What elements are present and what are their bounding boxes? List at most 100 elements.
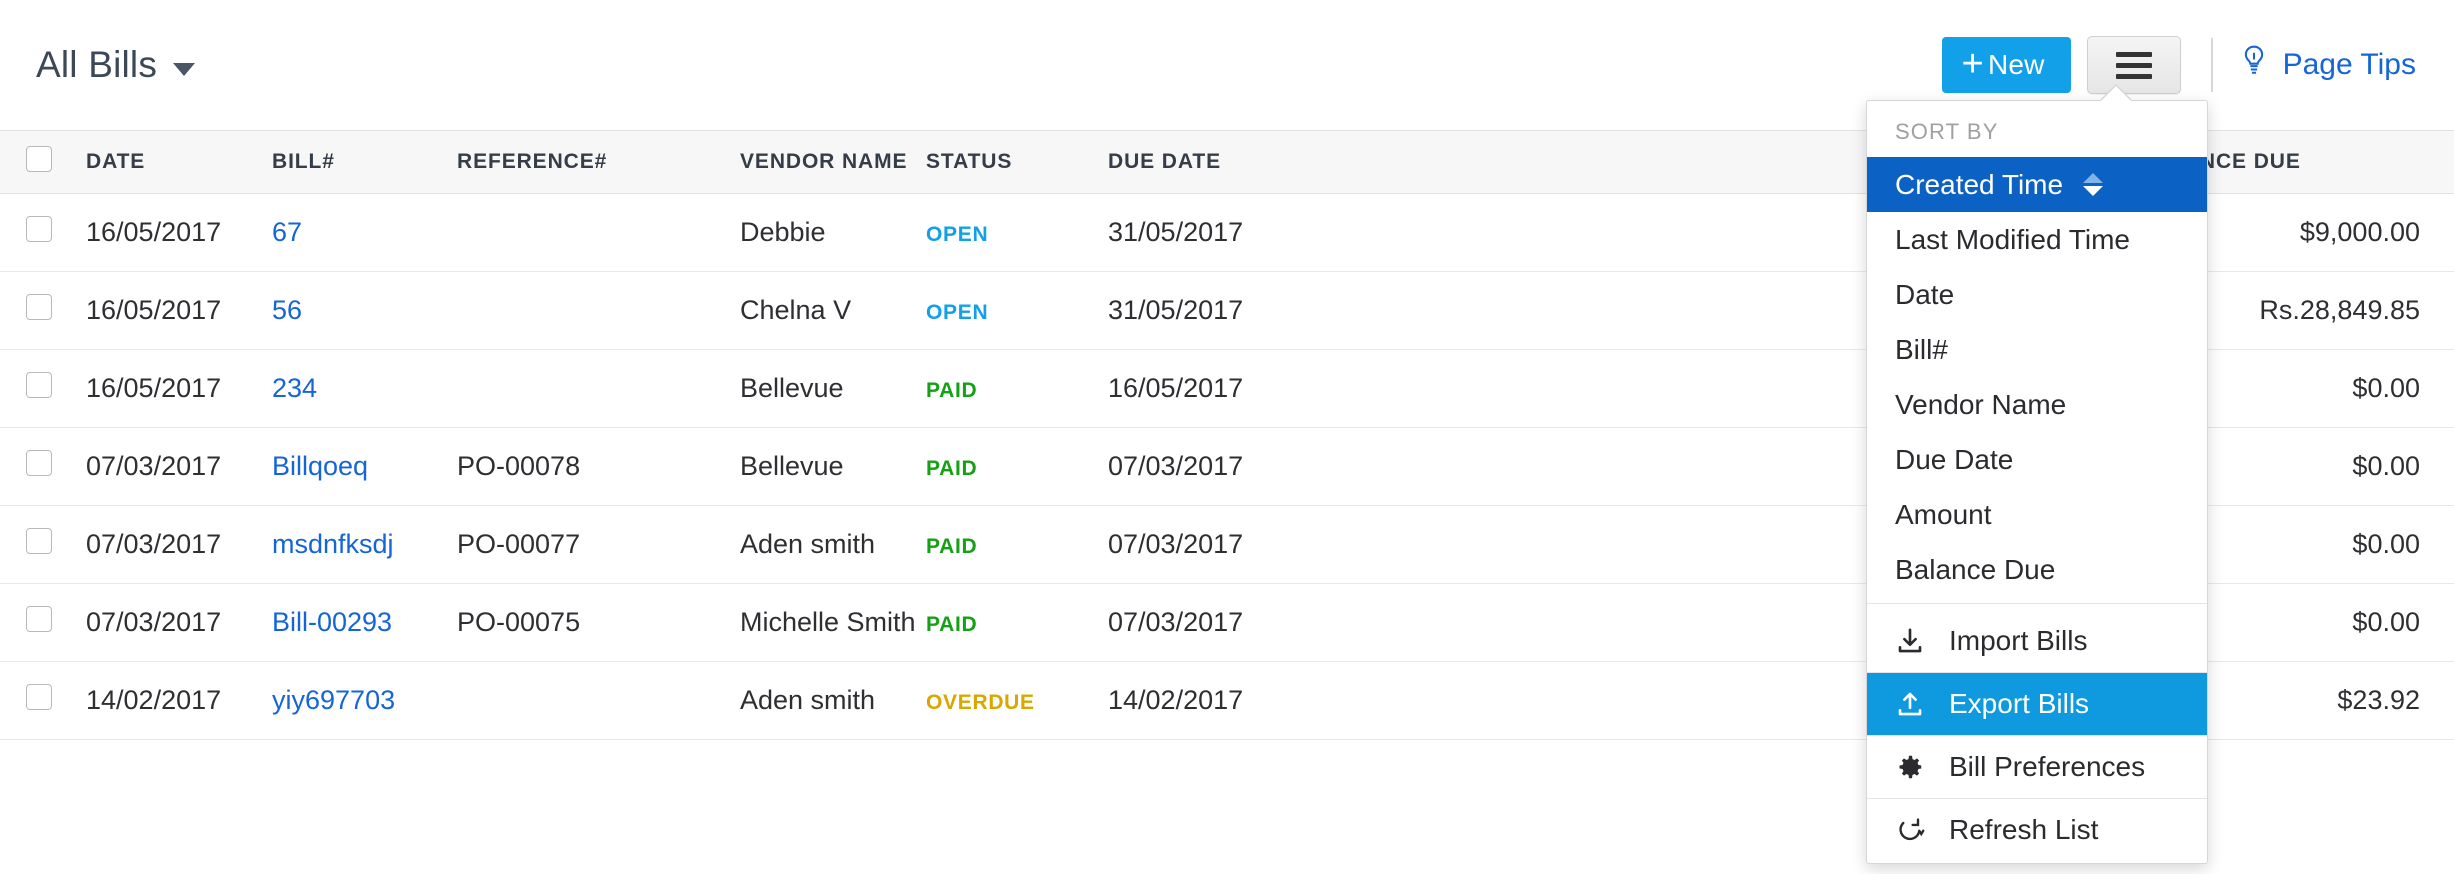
status-badge: OVERDUE [926, 691, 1035, 714]
column-header-vendor[interactable]: VENDOR NAME [740, 130, 926, 194]
cell-due-date: 07/03/2017 [1108, 583, 1408, 662]
sort-option-label: Vendor Name [1895, 388, 2067, 420]
cell-due-date: 07/03/2017 [1108, 505, 1408, 584]
chevron-down-icon [173, 62, 196, 76]
cell-date: 16/05/2017 [86, 271, 272, 350]
status-badge: PAID [926, 457, 978, 480]
sort-option-label: Bill# [1895, 333, 1948, 365]
row-select-cell [0, 349, 86, 428]
cell-due-date: 31/05/2017 [1108, 271, 1408, 350]
cell-reference: PO-00075 [457, 583, 740, 662]
status-badge: OPEN [926, 301, 989, 324]
column-header-status[interactable]: STATUS [926, 130, 1108, 194]
sort-option-date[interactable]: Date [1867, 267, 2207, 322]
export-upload-icon [1893, 689, 1927, 719]
row-select-cell [0, 193, 86, 272]
bill-link[interactable]: 56 [272, 295, 302, 325]
cell-status: OPEN [926, 193, 1108, 272]
cell-date: 07/03/2017 [86, 583, 272, 662]
page-title: All Bills [36, 44, 158, 85]
cell-vendor-name: Bellevue [740, 427, 926, 506]
cell-due-date: 07/03/2017 [1108, 427, 1408, 506]
row-select-cell [0, 583, 86, 662]
cell-bill-number: 234 [272, 349, 457, 428]
cell-date: 07/03/2017 [86, 427, 272, 506]
column-header-reference[interactable]: REFERENCE# [457, 130, 740, 194]
action-refresh-list[interactable]: Refresh List [1867, 799, 2207, 861]
sort-option-created-time[interactable]: Created Time [1867, 157, 2207, 212]
cell-date: 07/03/2017 [86, 505, 272, 584]
list-view-selector[interactable]: All Bills [36, 44, 196, 86]
cell-date: 16/05/2017 [86, 193, 272, 272]
sort-option-due-date[interactable]: Due Date [1867, 432, 2207, 487]
row-checkbox[interactable] [26, 450, 52, 476]
bill-link[interactable]: 234 [272, 373, 317, 403]
sort-option-last-modified-time[interactable]: Last Modified Time [1867, 212, 2207, 267]
row-select-cell [0, 661, 86, 740]
column-header-bill[interactable]: BILL# [272, 130, 457, 194]
dropdown-section-label: SORT BY [1895, 119, 1999, 144]
action-import-bills[interactable]: Import Bills [1867, 610, 2207, 672]
bill-link[interactable]: Bill-00293 [272, 607, 392, 637]
cell-date: 16/05/2017 [86, 349, 272, 428]
column-header-due-date[interactable]: DUE DATE [1108, 130, 1408, 194]
refresh-icon [1893, 815, 1927, 845]
cell-status: PAID [926, 505, 1108, 584]
action-label: Bill Preferences [1949, 751, 2146, 782]
action-bill-preferences[interactable]: Bill Preferences [1867, 736, 2207, 798]
row-checkbox[interactable] [26, 372, 52, 398]
sort-option-label: Amount [1895, 498, 1992, 530]
cell-status: PAID [926, 349, 1108, 428]
sort-arrows-icon[interactable] [2083, 173, 2104, 196]
new-button[interactable]: + New [1941, 37, 2071, 93]
cell-due-date: 16/05/2017 [1108, 349, 1408, 428]
column-header-date[interactable]: DATE [86, 130, 272, 194]
cell-vendor-name: Aden smith [740, 505, 926, 584]
status-badge: PAID [926, 535, 978, 558]
dropdown-separator [1867, 603, 2207, 604]
cell-bill-number: yiy697703 [272, 661, 457, 740]
sort-option-label: Created Time [1895, 168, 2064, 200]
sort-option-label: Date [1895, 278, 1955, 310]
status-badge: PAID [926, 613, 978, 636]
cell-due-date: 14/02/2017 [1108, 661, 1408, 740]
action-label: Import Bills [1949, 625, 2088, 656]
bill-link[interactable]: Billqoeq [272, 451, 368, 481]
bill-link[interactable]: msdnfksdj [272, 529, 394, 559]
sort-option-label: Due Date [1895, 443, 2014, 475]
action-export-bills[interactable]: Export Bills [1867, 673, 2207, 735]
bill-link[interactable]: yiy697703 [272, 685, 395, 715]
row-select-cell [0, 271, 86, 350]
plus-icon: + [1961, 43, 1984, 85]
sort-option-label: Balance Due [1895, 553, 2056, 585]
hamburger-menu-icon [2115, 51, 2152, 79]
cell-vendor-name: Bellevue [740, 349, 926, 428]
dropdown-arrow-icon [2099, 86, 2133, 103]
cell-bill-number: 56 [272, 271, 457, 350]
bill-link[interactable]: 67 [272, 217, 302, 247]
page-tips-button[interactable]: Page Tips [2239, 44, 2426, 86]
row-checkbox[interactable] [26, 684, 52, 710]
row-checkbox[interactable] [26, 216, 52, 242]
import-download-icon [1893, 626, 1927, 656]
new-button-label: New [1987, 49, 2045, 80]
row-checkbox[interactable] [26, 528, 52, 554]
cell-reference [457, 349, 740, 428]
cell-bill-number: msdnfksdj [272, 505, 457, 584]
sort-and-actions-dropdown: SORT BY Created Time Last Modified Time Da… [1866, 84, 2208, 864]
cell-date: 14/02/2017 [86, 661, 272, 740]
cell-reference: PO-00077 [457, 505, 740, 584]
cell-reference [457, 661, 740, 740]
row-checkbox[interactable] [26, 294, 52, 320]
cell-vendor-name: Debbie [740, 193, 926, 272]
select-all-checkbox[interactable] [26, 146, 52, 172]
row-select-cell [0, 427, 86, 506]
sort-option-amount[interactable]: Amount [1867, 487, 2207, 542]
row-checkbox[interactable] [26, 606, 52, 632]
cell-bill-number: 67 [272, 193, 457, 272]
sort-option-balance-due[interactable]: Balance Due [1867, 542, 2207, 597]
sort-option-label: Last Modified Time [1895, 223, 2130, 255]
sort-option-vendor-name[interactable]: Vendor Name [1867, 377, 2207, 432]
sort-option-bill[interactable]: Bill# [1867, 322, 2207, 377]
toolbar-divider [2210, 38, 2213, 92]
